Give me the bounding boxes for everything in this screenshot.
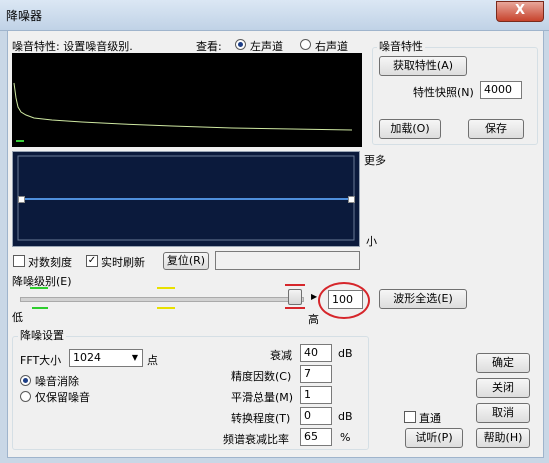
noise-trace <box>13 82 353 131</box>
red-level-mark-low <box>285 307 305 309</box>
more-label: 更多 <box>364 154 386 167</box>
reduction-curve <box>17 155 355 241</box>
curve-handle-right[interactable] <box>348 196 355 203</box>
attenuation-input[interactable]: 40 <box>300 344 332 362</box>
bypass-label: 直通 <box>419 412 441 425</box>
noise-level-track <box>20 297 304 302</box>
help-button[interactable]: 帮助(H) <box>476 428 530 448</box>
smoothing-input[interactable]: 1 <box>300 386 332 404</box>
left-channel-label: 左声道 <box>250 40 283 53</box>
smoothing-label: 平滑总量(M) <box>231 391 294 404</box>
title-bar <box>0 0 549 31</box>
status-field <box>215 251 360 270</box>
transition-label: 转换程度(T) <box>231 412 291 425</box>
close-window-button[interactable]: X <box>496 1 544 22</box>
noise-profile-display <box>12 53 362 147</box>
ok-button[interactable]: 确定 <box>476 353 530 373</box>
chevron-down-icon: ▼ <box>131 353 138 362</box>
less-label: 小 <box>366 235 377 248</box>
view-label: 查看: <box>196 40 222 53</box>
arrow-right-icon: ▶ <box>311 292 318 301</box>
precision-label: 精度因数(C) <box>231 370 292 383</box>
fft-size-label: FFT大小 <box>20 354 62 367</box>
yellow-level-mark <box>157 287 175 289</box>
live-update-label: 实时刷新 <box>101 256 145 269</box>
noise-profile-graph <box>13 82 353 142</box>
cancel-button[interactable]: 取消 <box>476 403 530 423</box>
window-title: 降噪器 <box>6 9 43 23</box>
reset-button[interactable]: 复位(R) <box>163 252 209 270</box>
snapshot-input[interactable]: 4000 <box>480 81 522 99</box>
fft-unit-label: 点 <box>147 354 158 367</box>
spectral-decay-label: 频谱衰减比率 <box>223 433 289 446</box>
mode-remove-radio[interactable] <box>20 375 31 386</box>
attenuation-label: 衰减 <box>270 349 292 362</box>
left-channel-radio[interactable] <box>235 39 246 50</box>
yellow-level-mark-low <box>157 307 175 309</box>
annotation-circle <box>318 282 370 319</box>
bypass-checkbox[interactable] <box>404 411 416 423</box>
green-level-mark-low <box>32 307 48 309</box>
live-update-checkbox[interactable]: ✓ <box>86 255 98 267</box>
curve-handle-left[interactable] <box>18 196 25 203</box>
close-button[interactable]: 关闭 <box>476 378 530 398</box>
red-level-mark <box>285 284 305 286</box>
fft-size-value: 1024 <box>73 351 101 364</box>
spectral-decay-input[interactable]: 65 <box>300 428 332 446</box>
load-button[interactable]: 加载(O) <box>379 119 441 139</box>
mode-keep-label: 仅保留噪音 <box>35 391 90 404</box>
right-channel-radio[interactable] <box>300 39 311 50</box>
settings-group-label: 降噪设置 <box>18 327 66 343</box>
snapshot-label: 特性快照(N) <box>413 86 474 99</box>
noise-level-slider-thumb[interactable] <box>288 289 302 305</box>
log-scale-checkbox[interactable] <box>13 255 25 267</box>
transition-unit: dB <box>338 410 353 423</box>
transition-input[interactable]: 0 <box>300 407 332 425</box>
noise-profile-label: 噪音特性: 设置噪音级别. <box>12 40 133 53</box>
mode-keep-radio[interactable] <box>20 391 31 402</box>
reduction-curve-display[interactable] <box>12 151 360 247</box>
capture-profile-button[interactable]: 获取特性(A) <box>379 56 467 76</box>
mode-remove-label: 噪音消除 <box>35 375 79 388</box>
right-channel-label: 右声道 <box>315 40 348 53</box>
high-label: 高 <box>308 313 319 326</box>
select-all-waveform-button[interactable]: 波形全选(E) <box>379 289 467 309</box>
save-button[interactable]: 保存 <box>468 119 524 139</box>
attenuation-unit: dB <box>338 347 353 360</box>
low-label: 低 <box>12 311 23 324</box>
spectral-decay-unit: % <box>340 431 351 444</box>
noise-profile-group-label: 噪音特性 <box>377 38 425 54</box>
preview-button[interactable]: 试听(P) <box>405 428 463 448</box>
precision-input[interactable]: 7 <box>300 365 332 383</box>
fft-size-select[interactable]: 1024 ▼ <box>69 349 143 367</box>
green-level-mark <box>30 287 48 289</box>
log-scale-label: 对数刻度 <box>28 256 72 269</box>
